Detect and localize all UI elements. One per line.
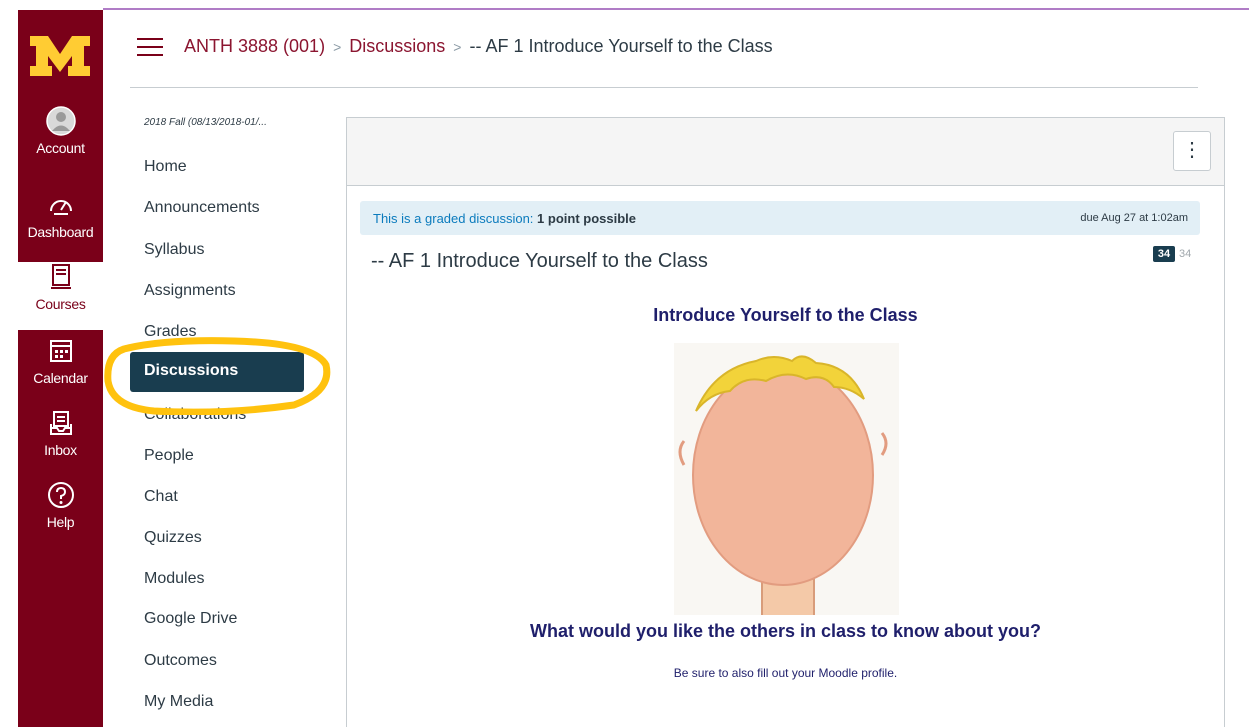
global-nav-dashboard[interactable]: Dashboard (18, 190, 103, 258)
course-nav-chat[interactable]: Chat (144, 488, 178, 506)
window-accent-line (103, 8, 1249, 10)
global-nav-calendar[interactable]: Calendar (18, 336, 103, 404)
course-nav-modules[interactable]: Modules (144, 570, 204, 588)
global-nav-inbox[interactable]: Inbox (18, 408, 103, 476)
graded-discussion-banner: This is a graded discussion: 1 point pos… (360, 201, 1200, 235)
course-nav-home[interactable]: Home (144, 158, 187, 176)
message-note: Be sure to also fill out your Moodle pro… (673, 666, 898, 680)
course-nav-google-drive[interactable]: Google Drive (144, 610, 237, 628)
message-heading: Introduce Yourself to the Class (653, 305, 918, 325)
breadcrumb-course-link[interactable]: ANTH 3888 (001) (184, 36, 325, 56)
discussion-title: -- AF 1 Introduce Yourself to the Class (371, 250, 708, 272)
breadcrumb: ANTH 3888 (001) > Discussions > -- AF 1 Intr… (184, 36, 773, 57)
course-nav-quizzes[interactable]: Quizzes (144, 529, 202, 547)
points-possible: 1 point possible (537, 211, 637, 226)
global-navigation: Account Dashboard Courses Calendar Inbox… (18, 10, 103, 727)
window-top-border (0, 0, 1249, 8)
hamburger-menu-icon[interactable] (137, 36, 163, 58)
unread-count-badge[interactable]: 34 (1153, 246, 1175, 262)
global-nav-help[interactable]: Help (18, 480, 103, 548)
question-circle-icon (47, 482, 74, 508)
global-nav-inbox-label: Inbox (44, 442, 77, 458)
panel-toolbar: ⋮ (347, 118, 1224, 186)
course-nav-announcements[interactable]: Announcements (144, 199, 260, 217)
avatar-icon (45, 106, 76, 136)
global-nav-account-label: Account (36, 140, 85, 156)
course-nav-syllabus[interactable]: Syllabus (144, 241, 204, 259)
course-nav-people[interactable]: People (144, 447, 194, 465)
breadcrumb-current: -- AF 1 Introduce Yourself to the Class (469, 36, 773, 56)
breadcrumb-separator: > (453, 39, 462, 55)
term-label: 2018 Fall (08/13/2018-01/... (144, 117, 267, 128)
speedometer-icon (49, 200, 72, 215)
more-options-button[interactable]: ⋮ (1173, 131, 1211, 171)
book-icon (50, 264, 71, 289)
window-left-strip (0, 0, 18, 727)
discussion-panel: ⋮ This is a graded discussion: 1 point p… (346, 117, 1225, 727)
global-nav-courses-label: Courses (35, 296, 86, 312)
inbox-icon (49, 411, 72, 435)
breadcrumb-separator: > (333, 39, 342, 55)
course-nav-my-media[interactable]: My Media (144, 693, 213, 711)
global-nav-account[interactable]: Account (18, 106, 103, 174)
course-nav-outcomes[interactable]: Outcomes (144, 652, 217, 670)
due-date: due Aug 27 at 1:02am (1080, 212, 1188, 224)
portrait-drawing (674, 343, 899, 615)
global-nav-dashboard-label: Dashboard (27, 224, 94, 240)
breadcrumb-discussions-link[interactable]: Discussions (349, 36, 445, 56)
global-nav-help-label: Help (46, 514, 75, 530)
calendar-icon (49, 340, 72, 362)
global-nav-courses[interactable]: Courses (18, 262, 103, 330)
university-logo[interactable] (26, 26, 94, 82)
header-divider (130, 87, 1198, 88)
total-count: 34 (1179, 248, 1192, 260)
highlight-annotation (104, 337, 331, 415)
graded-banner-text: This is a graded discussion: 1 point pos… (373, 211, 636, 226)
course-nav-assignments[interactable]: Assignments (144, 282, 236, 300)
message-question: What would you like the others in class … (529, 621, 1042, 641)
graded-lead-label: This is a graded discussion: (373, 211, 534, 226)
global-nav-calendar-label: Calendar (33, 370, 88, 386)
